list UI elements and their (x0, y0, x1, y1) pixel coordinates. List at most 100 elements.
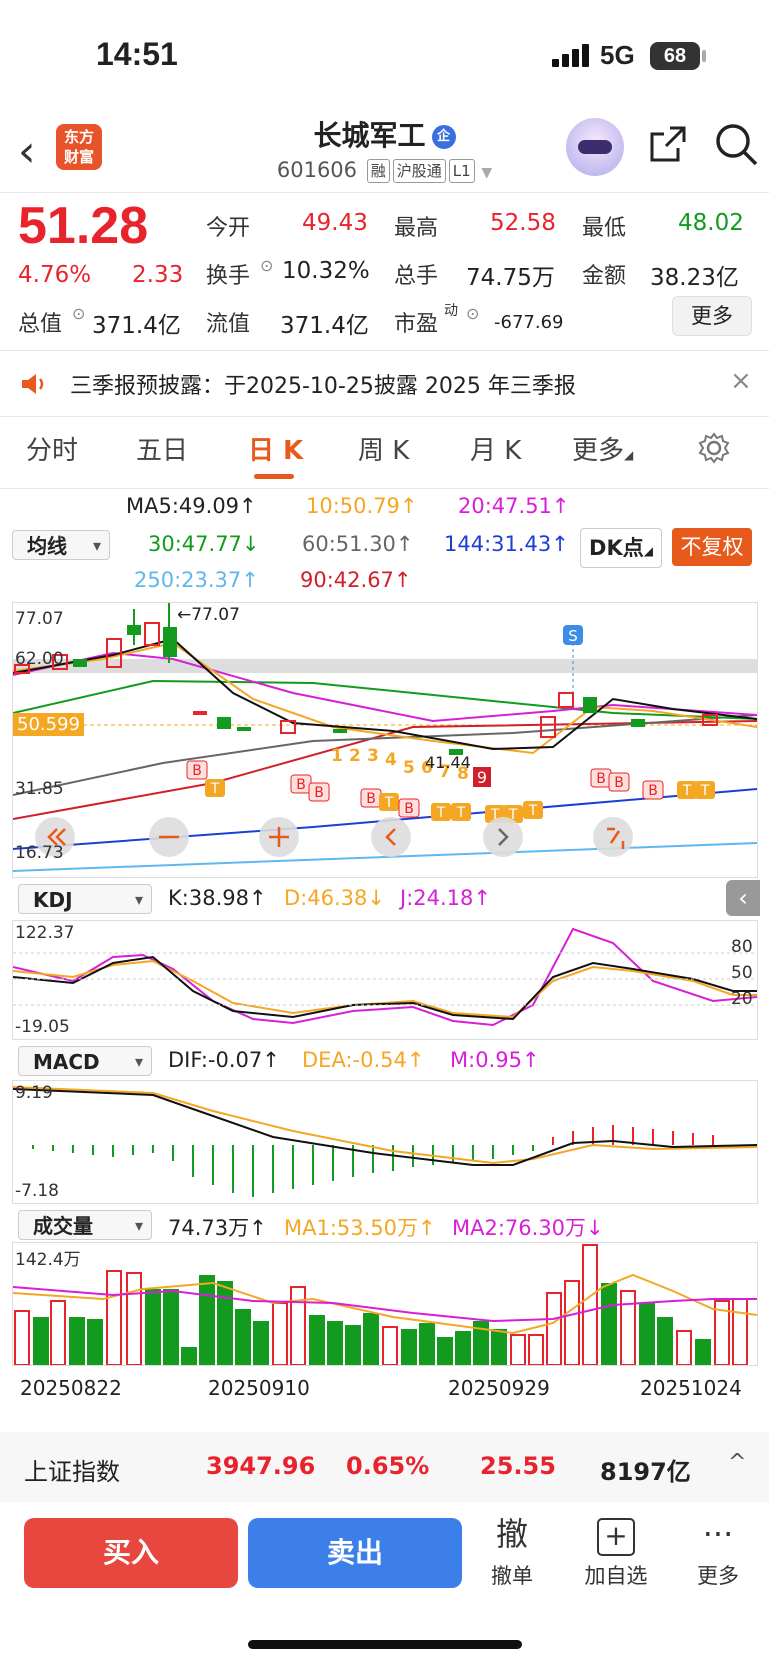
macd-axis-top: 9.19 (15, 1083, 53, 1103)
svg-text:9: 9 (477, 768, 487, 787)
macd-selector[interactable]: MACD (18, 1046, 152, 1077)
kline-axis-low: 31.85 (15, 779, 64, 799)
notice-bar[interactable]: 三季报预披露：于2025-10-25披露 2025 年三季报 × (0, 352, 769, 414)
kdj-j-value: J:24.18↑ (400, 886, 491, 910)
kline-axis-bottom: 16.73 (15, 843, 64, 863)
index-name: 上证指数 (24, 1458, 120, 1486)
svg-text:2: 2 (349, 746, 361, 766)
current-price-tag: 50.599 (13, 713, 84, 736)
svg-text:B: B (296, 777, 306, 793)
svg-text:T: T (436, 805, 446, 821)
float-value: 371.4亿 (280, 313, 369, 339)
tab-monthly-k[interactable]: 月 K (470, 430, 521, 467)
volume-selector[interactable]: 成交量 (18, 1210, 152, 1241)
tab-daily-k[interactable]: 日 K (248, 430, 303, 467)
kdj-chart[interactable]: 122.37 -19.05 80 50 20 (12, 920, 758, 1040)
volume-label: 总手 (394, 264, 439, 289)
chevron-up-icon[interactable]: ^ (728, 1450, 746, 1475)
date-label-2: 20250910 (208, 1376, 310, 1400)
kline-chart[interactable]: S B T B B B T B T T T T T B B B T T 1234… (12, 602, 758, 878)
search-icon[interactable] (714, 122, 758, 166)
index-change: 25.55 (480, 1452, 556, 1480)
kline-axis-top: 77.07 (15, 609, 64, 629)
volume-ma1: MA1:53.50万↑ (284, 1216, 436, 1240)
kdj-level-80: 80 (731, 937, 753, 957)
ma144-legend: 144:31.43↑ (444, 532, 569, 556)
buy-button[interactable]: 买入 (24, 1518, 238, 1588)
share-icon[interactable] (648, 124, 688, 164)
macd-dea-value: DEA:-0.54↑ (302, 1048, 425, 1072)
svg-text:B: B (596, 771, 606, 787)
tab-intraday[interactable]: 分时 (26, 430, 78, 467)
pe-value: -677.69 (494, 312, 564, 333)
tag-connect: 沪股通 (392, 159, 446, 183)
open-value: 49.43 (302, 210, 368, 236)
speaker-icon (22, 374, 44, 394)
index-pct: 0.65% (346, 1452, 430, 1480)
low-value: 48.02 (678, 210, 744, 236)
tab-more[interactable]: 更多◢ (572, 430, 633, 467)
svg-text:3: 3 (367, 746, 379, 766)
gear-icon[interactable] (698, 432, 730, 464)
volume-ma2: MA2:76.30万↓ (452, 1216, 604, 1240)
date-label-1: 20250822 (20, 1376, 122, 1400)
info-icon[interactable]: ⊙ (260, 256, 273, 275)
svg-text:T: T (210, 781, 220, 797)
kdj-level-50: 50 (731, 963, 753, 983)
volume-axis-top: 142.4万 (15, 1250, 81, 1270)
add-watchlist-button[interactable]: + 加自选 (576, 1514, 656, 1590)
battery-icon: 68 (650, 42, 700, 70)
svg-text:T: T (700, 783, 710, 799)
close-icon[interactable]: × (730, 366, 752, 396)
chevron-down-icon: ▼ (481, 165, 493, 181)
ma90-legend: 90:42.67↑ (300, 568, 412, 592)
kdj-svg (12, 927, 758, 1027)
volume-chart[interactable]: 142.4万 (12, 1242, 758, 1366)
high-annotation: ←77.07 (177, 605, 240, 625)
svg-text:B: B (192, 763, 202, 779)
kdj-d-value: D:46.38↓ (284, 886, 385, 910)
tab-five-day[interactable]: 五日 (136, 430, 188, 467)
low-label: 最低 (582, 216, 627, 241)
info-icon[interactable]: ⊙ (72, 304, 85, 323)
enterprise-badge-icon: 企 (431, 125, 456, 149)
svg-text:B: B (366, 791, 376, 807)
svg-text:4: 4 (385, 750, 397, 770)
open-label: 今开 (206, 216, 251, 241)
kdj-axis-bottom: -19.05 (15, 1017, 70, 1037)
tab-weekly-k[interactable]: 周 K (358, 430, 409, 467)
low-annotation: 41.44 (425, 753, 471, 772)
info-icon[interactable]: ⊙ (466, 304, 479, 323)
no-adjust-button[interactable]: 不复权 (672, 528, 752, 566)
svg-text:B: B (648, 783, 658, 799)
collapse-panel-icon[interactable]: ‹ (726, 880, 760, 916)
more-actions-button[interactable]: ··· 更多 (678, 1514, 758, 1590)
high-label: 最高 (394, 216, 439, 241)
macd-dif-value: DIF:-0.07↑ (168, 1048, 280, 1072)
home-indicator[interactable] (248, 1640, 522, 1649)
ma20-legend: 20:47.51↑ (458, 494, 570, 518)
ma60-legend: 60:51.30↑ (302, 532, 414, 556)
kline-svg: S B T B B B T B T T T T T B B B T T 1234… (12, 603, 758, 872)
volume-value: 74.73万↑ (168, 1216, 267, 1240)
amount-label: 金额 (582, 264, 627, 289)
svg-text:T: T (384, 795, 394, 811)
assistant-avatar[interactable] (566, 118, 624, 176)
macd-chart[interactable]: 9.19 -7.18 (12, 1080, 758, 1204)
add-label: 加自选 (584, 1564, 648, 1588)
index-bar[interactable]: 上证指数 3947.96 0.65% 25.55 8197亿 ^ (0, 1432, 769, 1502)
more-quote-button[interactable]: 更多 (672, 296, 752, 336)
stock-code: 601606 (276, 158, 358, 182)
volume-value: 74.75万 (466, 265, 555, 291)
kdj-axis-top: 122.37 (15, 923, 75, 943)
svg-text:B: B (614, 775, 624, 791)
tag-level: L1 (448, 159, 475, 183)
sell-button[interactable]: 卖出 (248, 1518, 462, 1588)
dk-point-button[interactable]: DK点◢ (580, 528, 662, 568)
date-label-3: 20250929 (448, 1376, 550, 1400)
network-label: 5G (600, 40, 635, 70)
kdj-selector[interactable]: KDJ (18, 884, 152, 915)
period-tabs: 分时 五日 日 K 周 K 月 K 更多◢ (0, 430, 769, 488)
cancel-order-button[interactable]: 撤 撤单 (472, 1514, 552, 1590)
ma-selector[interactable]: 均线 (12, 530, 110, 561)
